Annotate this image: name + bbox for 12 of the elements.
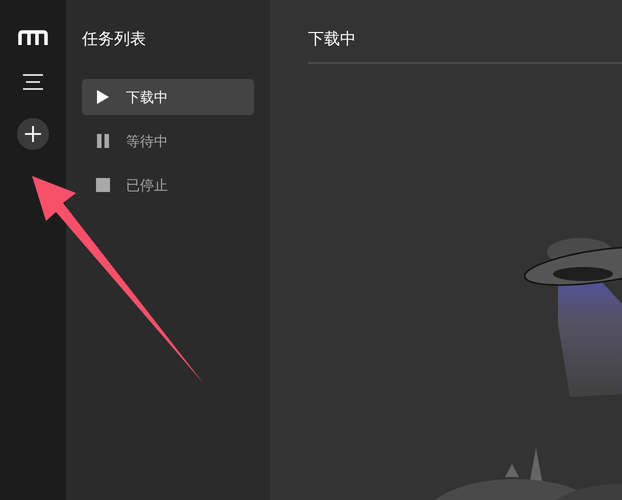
stop-icon <box>96 177 110 193</box>
app-logo-icon <box>18 30 48 46</box>
menu-icon[interactable] <box>22 74 44 90</box>
play-icon <box>96 89 110 105</box>
page-title: 下载中 <box>308 30 356 50</box>
pause-icon <box>96 133 110 149</box>
plus-icon <box>24 125 42 143</box>
task-filter-item[interactable]: 已停止 <box>82 167 254 203</box>
task-filter-item[interactable]: 下载中 <box>82 79 254 115</box>
panel-title: 任务列表 <box>82 30 147 50</box>
task-filter-item[interactable]: 等待中 <box>82 123 254 159</box>
add-button[interactable] <box>17 118 49 150</box>
